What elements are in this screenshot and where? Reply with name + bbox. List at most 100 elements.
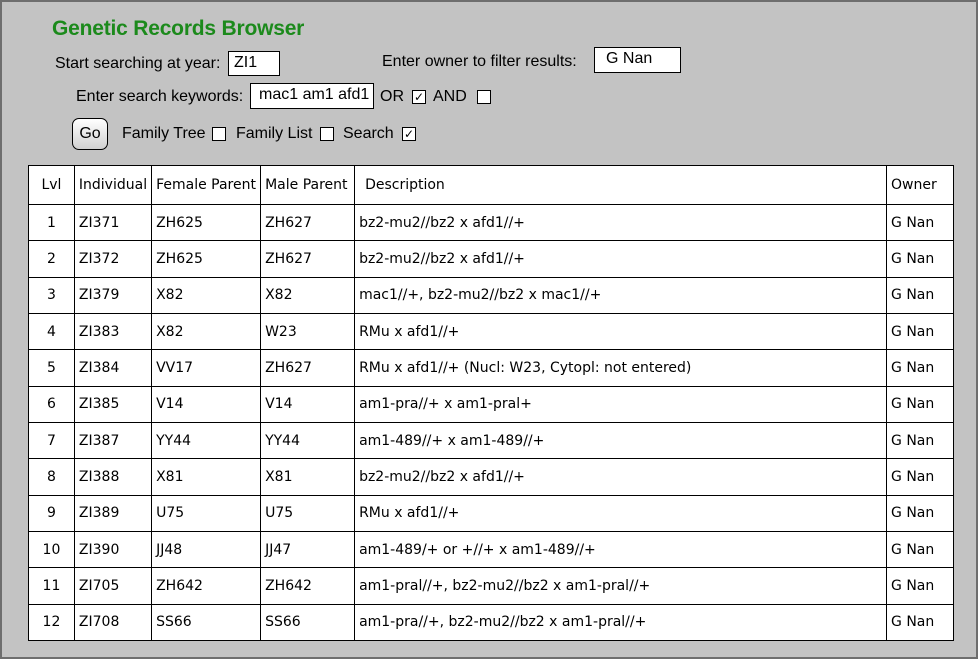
- cell-male-parent[interactable]: X82: [260, 276, 356, 314]
- cell-description: mac1//+, bz2-mu2//bz2 x mac1//+: [354, 276, 888, 314]
- cell-owner: G Nan: [886, 494, 954, 532]
- search-label: Search: [343, 125, 394, 142]
- cell-lvl: 10: [28, 530, 75, 569]
- cell-female-parent[interactable]: ZH642: [151, 567, 262, 605]
- cell-male-parent[interactable]: ZH627: [260, 203, 356, 242]
- table-row[interactable]: 9 ZI389 U75 U75 RMu x afd1//+ G Nan: [28, 494, 954, 532]
- cell-female-parent[interactable]: JJ48: [151, 530, 262, 569]
- cell-description: am1-pra//+, bz2-mu2//bz2 x am1-pral//+: [354, 603, 888, 642]
- and-checkbox[interactable]: [477, 90, 491, 104]
- header-description: Description: [354, 165, 888, 205]
- cell-male-parent[interactable]: V14: [260, 385, 356, 423]
- cell-description: am1-489/+ or +//+ x am1-489//+: [354, 530, 888, 569]
- cell-individual[interactable]: ZI372: [73, 240, 153, 278]
- table-row[interactable]: 6 ZI385 V14 V14 am1-pra//+ x am1-pral+ G Nan: [28, 385, 954, 423]
- table-row[interactable]: 8 ZI388 X81 X81 bz2-mu2//bz2 x afd1//+ G Nan: [28, 458, 954, 496]
- or-checkbox[interactable]: ✓: [412, 90, 426, 104]
- cell-female-parent[interactable]: U75: [151, 494, 262, 532]
- cell-lvl: 2: [28, 240, 75, 278]
- cell-individual[interactable]: ZI379: [73, 276, 153, 314]
- table-row[interactable]: 12 ZI708 SS66 SS66 am1-pra//+, bz2-mu2//bz2 …: [28, 603, 954, 642]
- go-button[interactable]: Go: [72, 118, 108, 150]
- cell-description: am1-pral//+, bz2-mu2//bz2 x am1-pral//+: [354, 567, 888, 605]
- cell-individual[interactable]: ZI390: [73, 530, 153, 569]
- cell-individual[interactable]: ZI387: [73, 421, 153, 460]
- cell-owner: G Nan: [886, 458, 954, 496]
- table-row[interactable]: 7 ZI387 YY44 YY44 am1-489//+ x am1-489//+ G N…: [28, 421, 954, 460]
- keywords-label: Enter search keywords:: [76, 88, 244, 105]
- owner-label: Enter owner to filter results:: [382, 53, 577, 70]
- cell-description: RMu x afd1//+ (Nucl: W23, Cytopl: not en…: [354, 349, 888, 387]
- cell-individual[interactable]: ZI384: [73, 349, 153, 387]
- header-individual: Individual: [73, 165, 153, 205]
- cell-female-parent[interactable]: X82: [151, 276, 262, 314]
- cell-individual[interactable]: ZI383: [73, 312, 153, 351]
- page-title: Genetic Records Browser: [52, 17, 305, 40]
- and-label: AND: [433, 88, 467, 105]
- table-row[interactable]: 3 ZI379 X82 X82 mac1//+, bz2-mu2//bz2 x mac1…: [28, 276, 954, 314]
- cell-male-parent[interactable]: W23: [260, 312, 356, 351]
- cell-owner: G Nan: [886, 276, 954, 314]
- search-checkbox[interactable]: ✓: [402, 127, 416, 141]
- cell-owner: G Nan: [886, 530, 954, 569]
- cell-individual[interactable]: ZI385: [73, 385, 153, 423]
- cell-description: bz2-mu2//bz2 x afd1//+: [354, 203, 888, 242]
- family-tree-checkbox[interactable]: [212, 127, 226, 141]
- table-header-row: Lvl Individual Female Parent Male Parent…: [28, 165, 954, 205]
- cell-male-parent[interactable]: ZH627: [260, 240, 356, 278]
- cell-lvl: 6: [28, 385, 75, 423]
- cell-female-parent[interactable]: V14: [151, 385, 262, 423]
- header-lvl: Lvl: [28, 165, 75, 205]
- owner-input[interactable]: G Nan: [594, 47, 681, 73]
- cell-owner: G Nan: [886, 312, 954, 351]
- cell-description: RMu x afd1//+: [354, 494, 888, 532]
- table-row[interactable]: 4 ZI383 X82 W23 RMu x afd1//+ G Nan: [28, 312, 954, 351]
- cell-male-parent[interactable]: U75: [260, 494, 356, 532]
- cell-owner: G Nan: [886, 567, 954, 605]
- cell-male-parent[interactable]: YY44: [260, 421, 356, 460]
- cell-male-parent[interactable]: SS66: [260, 603, 356, 642]
- cell-female-parent[interactable]: X81: [151, 458, 262, 496]
- cell-description: RMu x afd1//+: [354, 312, 888, 351]
- cell-lvl: 5: [28, 349, 75, 387]
- cell-male-parent[interactable]: ZH627: [260, 349, 356, 387]
- records-table: Lvl Individual Female Parent Male Parent…: [28, 165, 954, 642]
- family-list-checkbox[interactable]: [320, 127, 334, 141]
- header-owner: Owner: [886, 165, 954, 205]
- cell-individual[interactable]: ZI389: [73, 494, 153, 532]
- year-input[interactable]: ZI1: [228, 51, 280, 76]
- cell-male-parent[interactable]: X81: [260, 458, 356, 496]
- cell-lvl: 7: [28, 421, 75, 460]
- cell-female-parent[interactable]: ZH625: [151, 203, 262, 242]
- header-male-parent: Male Parent: [260, 165, 356, 205]
- cell-female-parent[interactable]: X82: [151, 312, 262, 351]
- cell-owner: G Nan: [886, 349, 954, 387]
- table-row[interactable]: 5 ZI384 VV17 ZH627 RMu x afd1//+ (Nucl: W23,…: [28, 349, 954, 387]
- cell-individual[interactable]: ZI705: [73, 567, 153, 605]
- cell-female-parent[interactable]: SS66: [151, 603, 262, 642]
- cell-female-parent[interactable]: ZH625: [151, 240, 262, 278]
- table-row[interactable]: 11 ZI705 ZH642 ZH642 am1-pral//+, bz2-mu2//b…: [28, 567, 954, 605]
- cell-male-parent[interactable]: JJ47: [260, 530, 356, 569]
- cell-owner: G Nan: [886, 421, 954, 460]
- keywords-input[interactable]: mac1 am1 afd1: [250, 83, 374, 109]
- cell-female-parent[interactable]: VV17: [151, 349, 262, 387]
- cell-individual[interactable]: ZI708: [73, 603, 153, 642]
- cell-lvl: 1: [28, 203, 75, 242]
- cell-lvl: 9: [28, 494, 75, 532]
- cell-owner: G Nan: [886, 385, 954, 423]
- cell-female-parent[interactable]: YY44: [151, 421, 262, 460]
- family-tree-label: Family Tree: [122, 125, 206, 142]
- cell-individual[interactable]: ZI371: [73, 203, 153, 242]
- cell-description: am1-pra//+ x am1-pral+: [354, 385, 888, 423]
- cell-male-parent[interactable]: ZH642: [260, 567, 356, 605]
- cell-owner: G Nan: [886, 203, 954, 242]
- table-row[interactable]: 1 ZI371 ZH625 ZH627 bz2-mu2//bz2 x afd1//+ G …: [28, 203, 954, 242]
- cell-individual[interactable]: ZI388: [73, 458, 153, 496]
- year-label: Start searching at year:: [55, 55, 221, 72]
- cell-description: am1-489//+ x am1-489//+: [354, 421, 888, 460]
- header-female-parent: Female Parent: [151, 165, 262, 205]
- table-row[interactable]: 2 ZI372 ZH625 ZH627 bz2-mu2//bz2 x afd1//+ G …: [28, 240, 954, 278]
- table-row[interactable]: 10 ZI390 JJ48 JJ47 am1-489/+ or +//+ x am1-4…: [28, 530, 954, 569]
- cell-lvl: 8: [28, 458, 75, 496]
